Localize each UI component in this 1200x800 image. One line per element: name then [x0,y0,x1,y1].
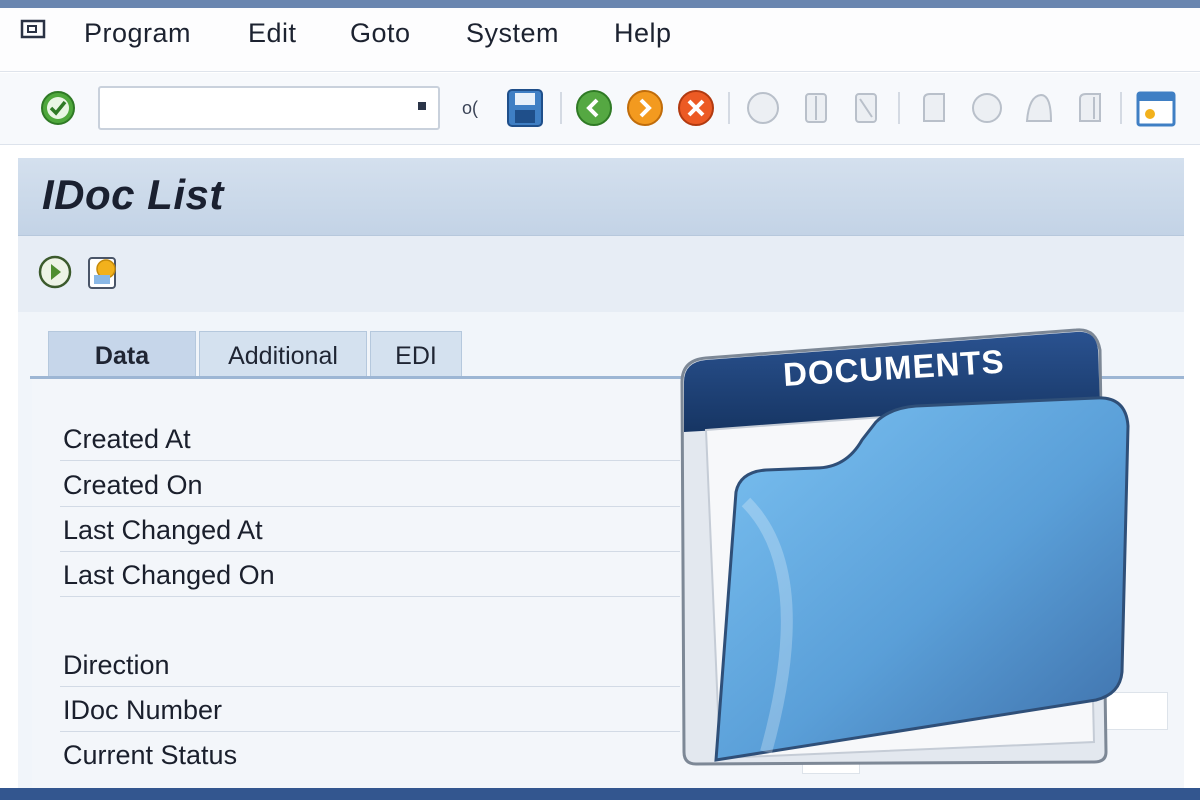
find-icon[interactable] [800,91,832,130]
print-icon[interactable] [746,91,780,130]
exit-icon[interactable] [626,89,664,132]
system-menu-icon[interactable] [20,18,48,42]
tab-data[interactable]: Data [48,331,196,377]
toolbar-separator [560,92,562,124]
field-divider [60,460,680,461]
tab-additional[interactable]: Additional [199,331,367,377]
field-divider [60,596,680,597]
tab-additional-label: Additional [228,342,338,370]
variant-icon[interactable] [86,253,122,296]
command-input[interactable] [100,88,438,128]
application-toolbar [18,236,1184,312]
field-label-created-at: Created At [63,424,191,454]
menu-program[interactable]: Program [84,18,191,49]
status-bar [0,788,1200,800]
menu-system[interactable]: System [466,18,559,49]
field-label-current-status: Current Status [63,740,238,770]
toolbar-separator [898,92,900,124]
last-page-icon[interactable] [1074,91,1108,130]
window-top-border [0,0,1200,8]
find-next-icon[interactable] [850,91,882,130]
menu-help[interactable]: Help [614,18,672,49]
field-divider [60,731,680,732]
command-dropdown-icon[interactable] [418,102,426,110]
enter-icon[interactable] [40,90,76,131]
documents-folder-icon [676,322,1146,768]
previous-page-icon[interactable] [970,91,1004,130]
menu-goto[interactable]: Goto [350,18,411,49]
field-label-idoc-number: IDoc Number [63,695,223,725]
toolbar-separator [728,92,730,124]
first-page-icon[interactable] [918,91,952,130]
field-label-created-on: Created On [63,470,203,500]
menu-edit[interactable]: Edit [248,18,297,49]
field-label-last-changed-at: Last Changed At [63,515,263,545]
command-field[interactable] [98,86,440,130]
tab-data-label: Data [94,342,150,370]
field-divider [60,506,680,507]
field-divider [60,551,680,552]
create-session-icon[interactable] [1136,89,1176,134]
back-icon[interactable] [575,89,613,132]
tab-edi-label: EDI [395,342,437,370]
command-options-label: o( [462,98,479,118]
next-page-icon[interactable] [1022,91,1056,130]
save-icon[interactable] [506,88,544,133]
tab-edi[interactable]: EDI [370,331,462,377]
page-title: IDoc List [42,171,224,218]
execute-icon[interactable] [38,255,72,294]
field-divider [60,686,680,687]
field-label-direction: Direction [63,650,170,680]
toolbar-separator [1120,92,1122,124]
cancel-icon[interactable] [677,89,715,132]
field-label-last-changed-on: Last Changed On [63,560,275,590]
